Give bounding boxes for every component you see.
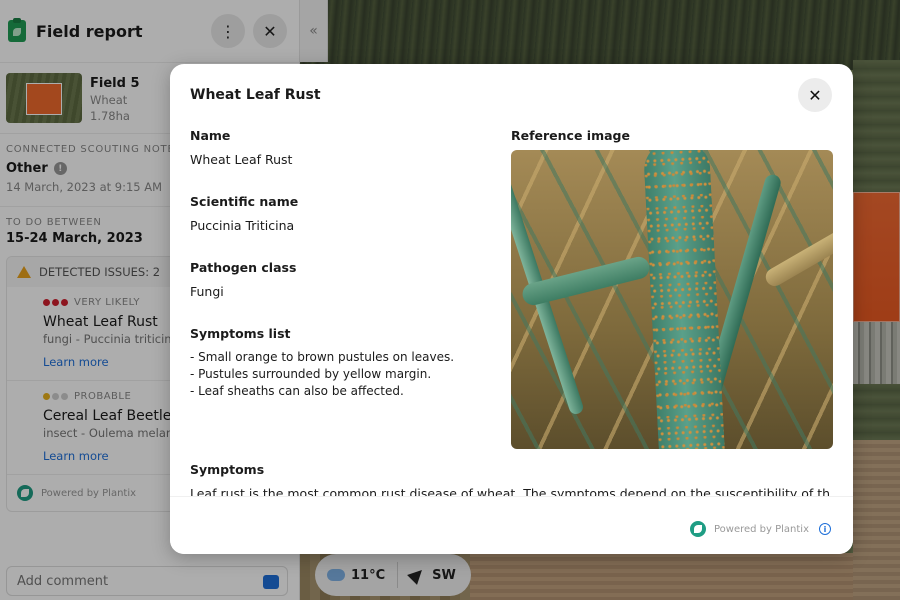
- powered-by-label: Powered by Plantix: [713, 523, 809, 535]
- symptom-item: - Small orange to brown pustules on leav…: [190, 350, 455, 364]
- modal-title: Wheat Leaf Rust: [190, 87, 321, 103]
- symptom-item: - Pustules surrounded by yellow margin.: [190, 367, 432, 381]
- powered-by: Powered by Plantix i: [689, 521, 831, 537]
- pathogen-class-block: Pathogen class Fungi: [190, 260, 490, 299]
- leaf-shape: [520, 254, 652, 308]
- scientific-name-label: Scientific name: [190, 194, 299, 209]
- info-icon[interactable]: i: [819, 523, 831, 535]
- scientific-name-value: Puccinia Triticina: [190, 218, 295, 233]
- disease-details: Name Wheat Leaf Rust Scientific name Puc…: [190, 128, 490, 427]
- symptom-item: - Leaf sheaths can also be affected.: [190, 384, 404, 398]
- modal-footer: Powered by Plantix i: [170, 496, 853, 554]
- pathogen-class-label: Pathogen class: [190, 260, 297, 275]
- scientific-name-block: Scientific name Puccinia Triticina: [190, 194, 490, 233]
- leaf-shape: [762, 228, 833, 290]
- symptoms-list: - Small orange to brown pustules on leav…: [190, 349, 490, 400]
- rust-infected-leaf: [642, 150, 726, 449]
- symptoms-list-block: Symptoms list - Small orange to brown pu…: [190, 326, 490, 400]
- name-value: Wheat Leaf Rust: [190, 152, 293, 167]
- name-label: Name: [190, 128, 231, 143]
- reference-image-label: Reference image: [511, 128, 630, 143]
- close-icon: ✕: [808, 85, 822, 105]
- reference-image: [511, 150, 833, 449]
- pathogen-class-value: Fungi: [190, 284, 224, 299]
- name-block: Name Wheat Leaf Rust: [190, 128, 490, 167]
- modal-close-button[interactable]: ✕: [798, 78, 832, 112]
- symptoms-list-label: Symptoms list: [190, 326, 291, 341]
- symptoms-section: Symptoms Leaf rust is the most common ru…: [190, 462, 830, 498]
- symptoms-label: Symptoms: [190, 462, 265, 477]
- disease-detail-modal: Wheat Leaf Rust ✕ Name Wheat Leaf Rust S…: [170, 64, 853, 554]
- plantix-logo-icon: [689, 521, 706, 537]
